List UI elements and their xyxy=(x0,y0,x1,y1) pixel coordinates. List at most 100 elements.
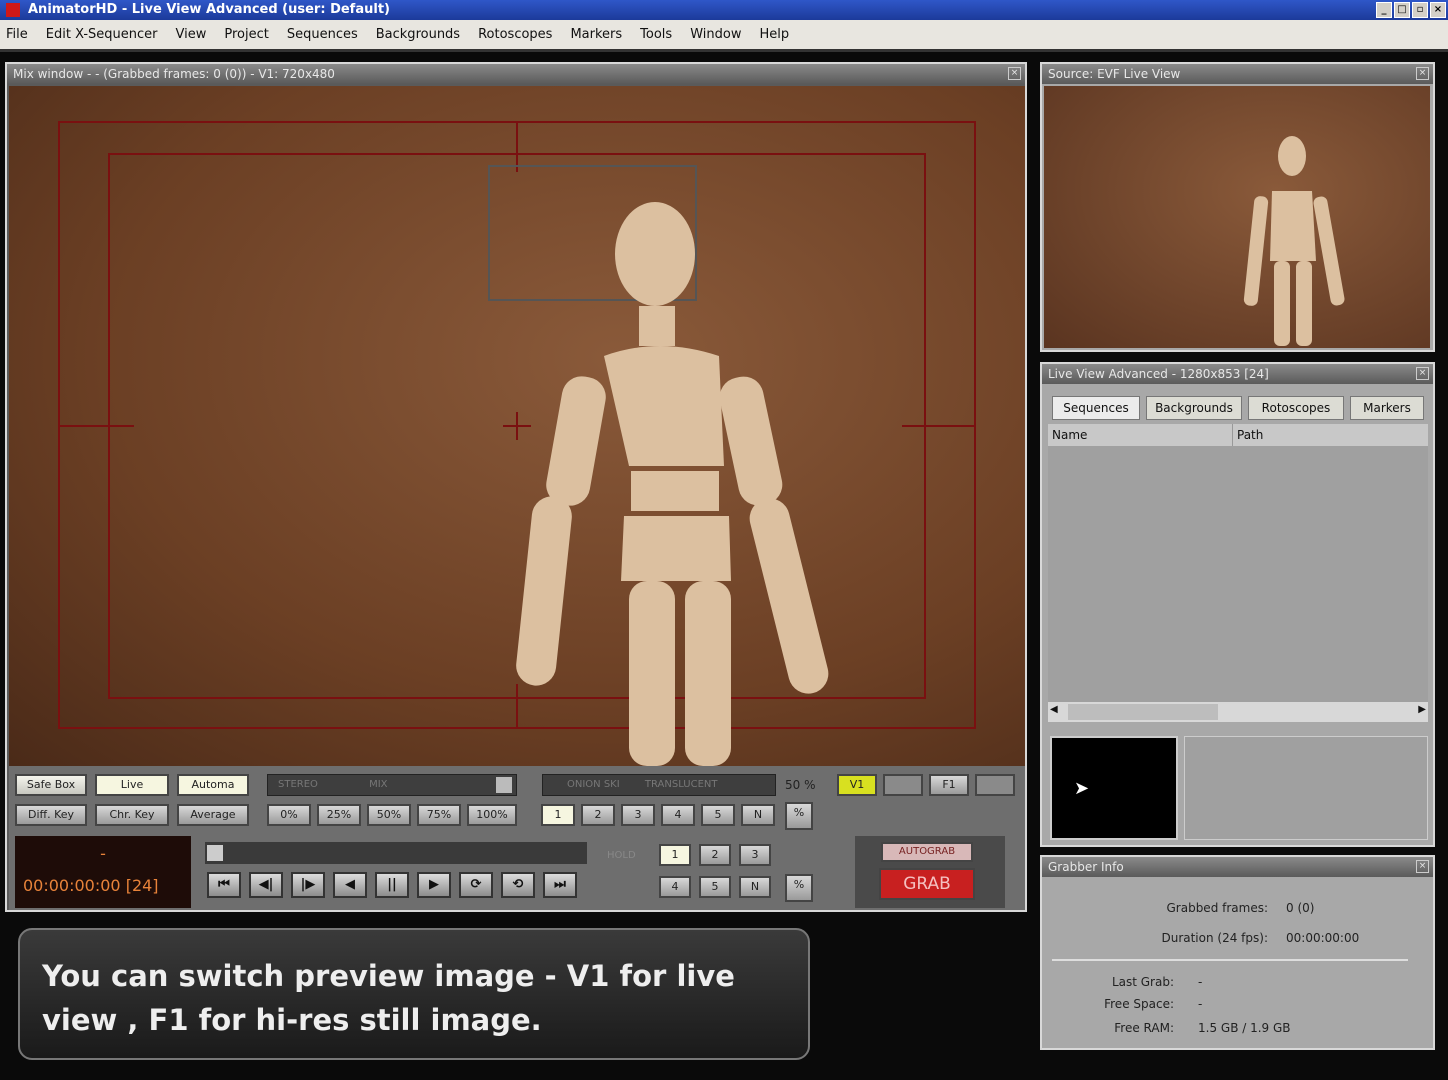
preview-image[interactable] xyxy=(9,86,1025,766)
grabbed-frames-value: 0 (0) xyxy=(1286,901,1315,915)
mouse-cursor-icon: ➤ xyxy=(1074,778,1090,799)
hold-5-button[interactable]: 5 xyxy=(699,876,731,898)
go-to-end-button[interactable]: ⏭ xyxy=(543,872,577,898)
free-space-label: Free Space: xyxy=(1104,997,1174,1011)
grabber-info-panel: Grabber Info × Grabbed frames: 0 (0) Dur… xyxy=(1040,855,1435,1050)
stereo-mix-slider[interactable]: STEREO MIX xyxy=(267,774,517,796)
menu-markers[interactable]: Markers xyxy=(570,27,622,42)
sequence-list[interactable] xyxy=(1048,446,1428,702)
lva-title: Live View Advanced - 1280x853 [24] xyxy=(1048,367,1269,381)
source-title-bar: Source: EVF Live View × xyxy=(1042,64,1433,84)
menu-window[interactable]: Window xyxy=(690,27,741,42)
list-header: Name Path xyxy=(1048,424,1428,446)
step-back-button[interactable]: ◀| xyxy=(249,872,283,898)
onion-frame-5[interactable]: 5 xyxy=(701,804,735,826)
opacity-0-button[interactable]: 0% xyxy=(267,804,311,826)
view-button-empty-2[interactable] xyxy=(975,774,1015,796)
close-icon[interactable]: × xyxy=(1008,67,1021,80)
menu-project[interactable]: Project xyxy=(224,27,268,42)
play-button[interactable]: ▶ xyxy=(417,872,451,898)
chr-key-button[interactable]: Chr. Key xyxy=(95,804,169,826)
stereo-label: STEREO xyxy=(278,779,318,790)
pingpong-button[interactable]: ⟲ xyxy=(501,872,535,898)
lva-title-bar: Live View Advanced - 1280x853 [24] × xyxy=(1042,364,1433,384)
menu-tools[interactable]: Tools xyxy=(640,27,672,42)
view-button-empty[interactable] xyxy=(883,774,923,796)
grabber-info-title: Grabber Info xyxy=(1048,860,1124,874)
onion-frame-3[interactable]: 3 xyxy=(621,804,655,826)
autograb-button[interactable]: AUTOGRAB xyxy=(881,842,973,862)
close-button[interactable]: × xyxy=(1430,2,1446,18)
timecode: 00:00:00:00 [24] xyxy=(23,876,159,895)
timecode-dash: - xyxy=(100,844,106,863)
mix-window-title: Mix window - - (Grabbed frames: 0 (0)) -… xyxy=(13,67,335,81)
onion-toggle-icon[interactable]: % xyxy=(785,802,813,830)
tab-markers[interactable]: Markers xyxy=(1350,396,1424,420)
tab-sequences[interactable]: Sequences xyxy=(1052,396,1140,420)
source-live-view xyxy=(1044,86,1430,348)
menu-file[interactable]: File xyxy=(6,27,28,42)
mannequin-thumbnail xyxy=(1243,136,1345,346)
scroll-thumb[interactable] xyxy=(1068,704,1218,720)
minimize-button[interactable]: _ xyxy=(1376,2,1392,18)
onion-skin-label: ONION SKI xyxy=(567,779,620,790)
loop-button[interactable]: ⟳ xyxy=(459,872,493,898)
menu-backgrounds[interactable]: Backgrounds xyxy=(376,27,460,42)
menu-help[interactable]: Help xyxy=(759,27,789,42)
diff-key-button[interactable]: Diff. Key xyxy=(15,804,87,826)
menu-view[interactable]: View xyxy=(176,27,207,42)
automask-button[interactable]: Automa xyxy=(177,774,249,796)
onion-frame-n[interactable]: N xyxy=(741,804,775,826)
onion-frame-2[interactable]: 2 xyxy=(581,804,615,826)
live-view-advanced-panel: Live View Advanced - 1280x853 [24] × Seq… xyxy=(1040,362,1435,847)
menu-rotoscopes[interactable]: Rotoscopes xyxy=(478,27,552,42)
grab-button[interactable]: GRAB xyxy=(879,868,975,900)
restore-button[interactable]: ▫ xyxy=(1412,2,1428,18)
hold-toggle-icon[interactable]: % xyxy=(785,874,813,902)
slider-thumb[interactable] xyxy=(496,777,512,793)
hold-3-button[interactable]: 3 xyxy=(739,844,771,866)
opacity-25-button[interactable]: 25% xyxy=(317,804,361,826)
safe-box-button[interactable]: Safe Box xyxy=(15,774,87,796)
mix-window: Mix window - - (Grabbed frames: 0 (0)) -… xyxy=(5,62,1027,912)
tab-backgrounds[interactable]: Backgrounds xyxy=(1146,396,1242,420)
last-grab-label: Last Grab: xyxy=(1111,975,1174,989)
column-name[interactable]: Name xyxy=(1048,424,1233,446)
onion-frame-1[interactable]: 1 xyxy=(541,804,575,826)
pause-button[interactable]: || xyxy=(375,872,409,898)
close-icon[interactable]: × xyxy=(1416,860,1429,873)
scrubber-thumb[interactable] xyxy=(207,845,223,861)
onion-frame-4[interactable]: 4 xyxy=(661,804,695,826)
scroll-right-icon[interactable]: ▶ xyxy=(1418,704,1426,715)
opacity-100-button[interactable]: 100% xyxy=(467,804,517,826)
timecode-display: - 00:00:00:00 [24] xyxy=(15,836,191,908)
v1-button[interactable]: V1 xyxy=(837,774,877,796)
horizontal-scrollbar[interactable]: ◀ ▶ xyxy=(1048,702,1428,722)
hold-n-button[interactable]: N xyxy=(739,876,771,898)
tab-rotoscopes[interactable]: Rotoscopes xyxy=(1248,396,1344,420)
step-forward-button[interactable]: |▶ xyxy=(291,872,325,898)
onion-skin-slider[interactable]: ONION SKI TRANSLUCENT xyxy=(542,774,776,796)
live-button[interactable]: Live xyxy=(95,774,169,796)
source-title: Source: EVF Live View xyxy=(1048,67,1181,81)
hold-1-button[interactable]: 1 xyxy=(659,844,691,866)
average-button[interactable]: Average xyxy=(177,804,249,826)
menu-sequences[interactable]: Sequences xyxy=(287,27,358,42)
menu-edit[interactable]: Edit X-Sequencer xyxy=(46,27,158,42)
close-icon[interactable]: × xyxy=(1416,67,1429,80)
thumbnail-info xyxy=(1184,736,1428,840)
opacity-50-button[interactable]: 50% xyxy=(367,804,411,826)
hold-4-button[interactable]: 4 xyxy=(659,876,691,898)
maximize-button[interactable]: □ xyxy=(1394,2,1410,18)
free-ram-value: 1.5 GB / 1.9 GB xyxy=(1198,1021,1291,1035)
grabbed-frames-label: Grabbed frames: xyxy=(1166,901,1268,915)
play-reverse-button[interactable]: ◀ xyxy=(333,872,367,898)
column-path[interactable]: Path xyxy=(1233,424,1263,446)
f1-button[interactable]: F1 xyxy=(929,774,969,796)
timeline-scrubber[interactable] xyxy=(205,842,587,864)
close-icon[interactable]: × xyxy=(1416,367,1429,380)
hold-2-button[interactable]: 2 xyxy=(699,844,731,866)
opacity-75-button[interactable]: 75% xyxy=(417,804,461,826)
scroll-left-icon[interactable]: ◀ xyxy=(1050,704,1058,715)
go-to-start-button[interactable]: ⏮ xyxy=(207,872,241,898)
